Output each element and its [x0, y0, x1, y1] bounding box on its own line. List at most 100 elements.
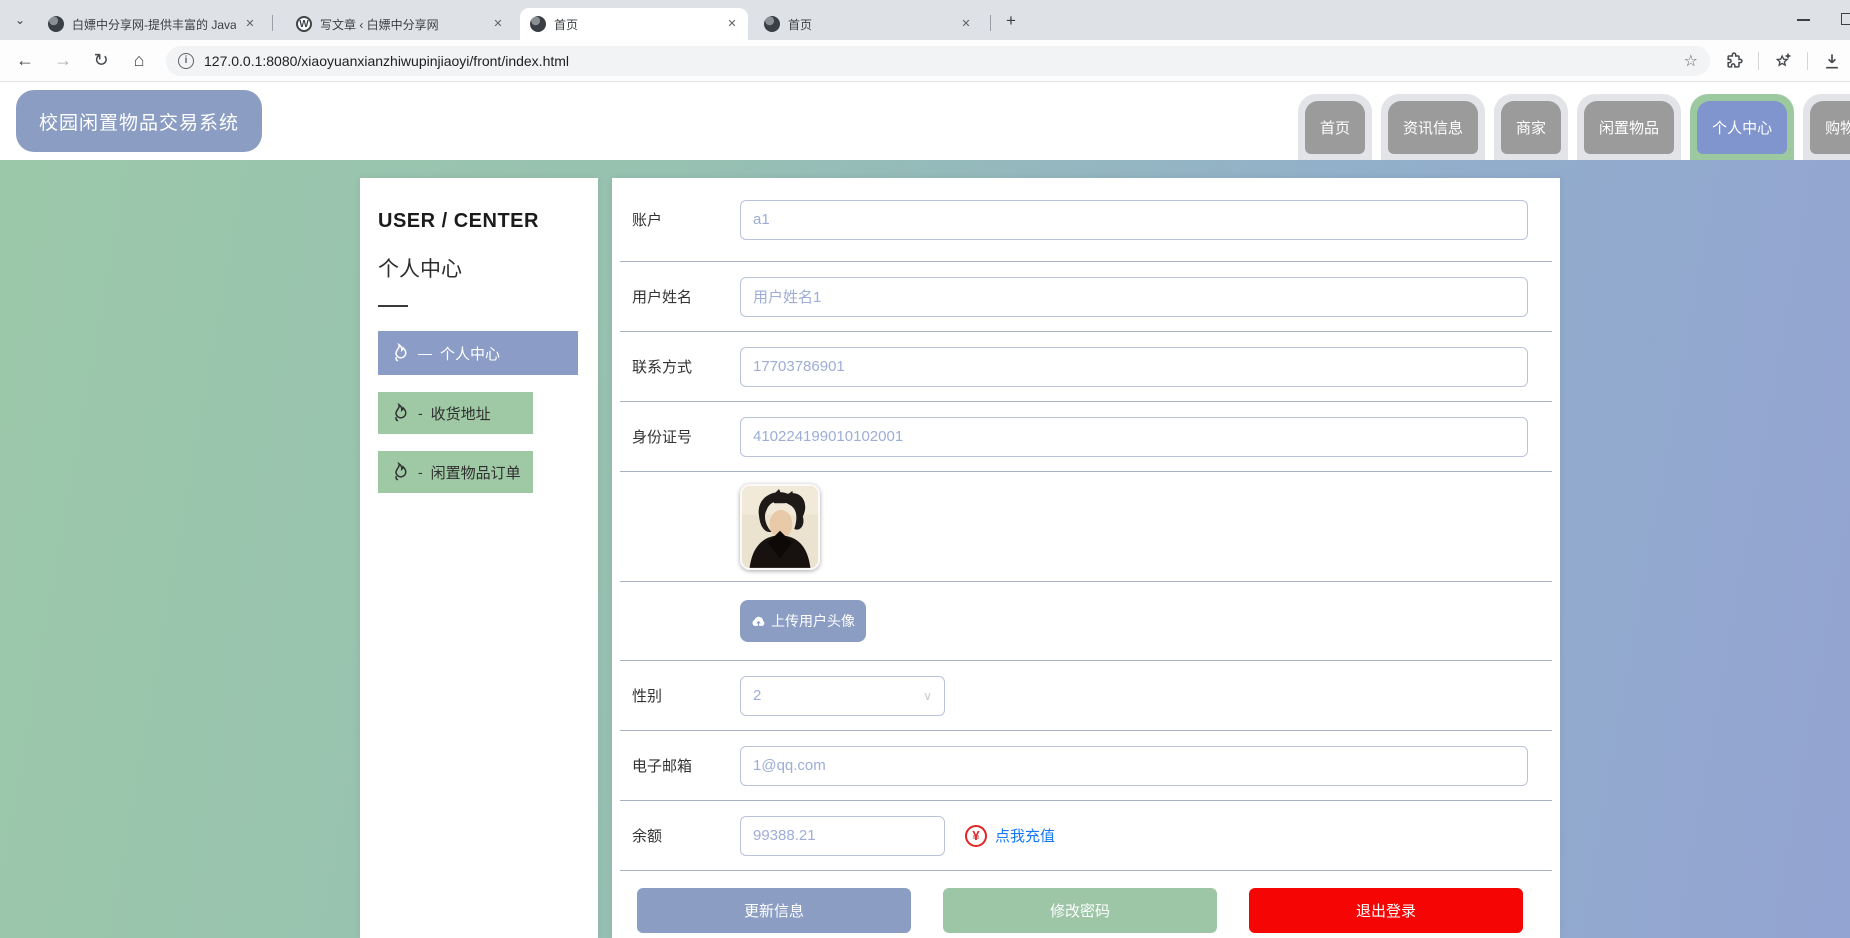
cloud-upload-icon	[751, 615, 766, 628]
chevron-down-icon: ∨	[923, 689, 932, 703]
account-label: 账户	[620, 209, 740, 230]
gender-select[interactable]: 2 ∨	[740, 676, 945, 716]
phone-label: 联系方式	[620, 356, 740, 377]
site-favicon	[48, 16, 64, 32]
nav-label: 闲置物品	[1584, 101, 1674, 154]
sidebar-item-label: 个人中心	[440, 343, 500, 364]
tab-1[interactable]: 白嫖中分享网-提供丰富的 Java ✕	[38, 8, 266, 40]
change-password-button[interactable]: 修改密码	[943, 888, 1217, 933]
site-info-icon[interactable]: i	[178, 53, 194, 69]
site-logo[interactable]: 校园闲置物品交易系统	[16, 90, 262, 152]
flame-icon	[388, 402, 410, 424]
window-minimize-button[interactable]	[1797, 19, 1810, 21]
nav-label: 资讯信息	[1388, 101, 1478, 154]
form-row-avatar	[620, 472, 1552, 582]
email-field[interactable]	[740, 746, 1528, 786]
form-row-phone: 联系方式	[620, 332, 1552, 402]
form-row-email: 电子邮箱	[620, 731, 1552, 801]
main-nav: 首页 资讯信息 商家 闲置物品 个人中心 购物车	[1298, 94, 1850, 160]
toolbar-actions	[1724, 51, 1842, 71]
nav-item-home[interactable]: 首页	[1298, 94, 1372, 160]
form-actions: 更新信息 修改密码 退出登录	[620, 871, 1552, 933]
upload-button-label: 上传用户头像	[771, 611, 855, 631]
breadcrumb: USER / CENTER	[378, 210, 598, 233]
site-favicon	[764, 16, 780, 32]
close-icon[interactable]: ✕	[242, 16, 258, 32]
reading-list-star-icon[interactable]	[1773, 51, 1793, 71]
sidebar-item-idle-goods-orders[interactable]: - 闲置物品订单	[378, 451, 533, 493]
nav-label: 首页	[1305, 101, 1365, 154]
window-maximize-button[interactable]	[1841, 13, 1850, 25]
tab-3-active[interactable]: 首页 ✕	[520, 8, 748, 40]
nav-item-user-center[interactable]: 个人中心	[1690, 94, 1794, 160]
address-bar[interactable]: i 127.0.0.1:8080/xiaoyuanxianzhiwupinjia…	[166, 46, 1710, 76]
update-info-button[interactable]: 更新信息	[637, 888, 911, 933]
home-icon[interactable]: ⌂	[126, 50, 152, 71]
nav-item-merchant[interactable]: 商家	[1494, 94, 1568, 160]
tab-title: 写文章 ‹ 白嫖中分享网	[320, 16, 484, 33]
tab-separator	[272, 15, 273, 31]
nav-item-idle-goods[interactable]: 闲置物品	[1577, 94, 1681, 160]
nav-item-cart[interactable]: 购物车	[1803, 94, 1850, 160]
toolbar-separator	[1807, 52, 1808, 70]
sidebar-item-shipping-address[interactable]: - 收货地址	[378, 392, 533, 434]
username-label: 用户姓名	[620, 286, 740, 307]
balance-input[interactable]	[740, 816, 945, 856]
flame-icon	[388, 461, 410, 483]
page-background: USER / CENTER 个人中心 — 个人中心 - 收货地址	[0, 160, 1850, 938]
form-row-upload: 上传用户头像	[620, 582, 1552, 661]
sidebar-item-user-center[interactable]: — 个人中心	[378, 331, 578, 375]
tab-strip: ⌄ 白嫖中分享网-提供丰富的 Java ✕ W 写文章 ‹ 白嫖中分享网 ✕ 首…	[0, 0, 1850, 40]
phone-input[interactable]	[740, 347, 1528, 387]
gender-value: 2	[753, 687, 761, 704]
form-row-balance: 余额 ¥ 点我充值	[620, 801, 1552, 871]
yen-recharge-icon: ¥	[965, 825, 987, 847]
site-header: 校园闲置物品交易系统 首页 资讯信息 商家 闲置物品 个人中心 购物车	[0, 82, 1850, 160]
balance-label: 余额	[620, 825, 740, 846]
tab-2[interactable]: W 写文章 ‹ 白嫖中分享网 ✕	[286, 8, 514, 40]
sidebar-title: 个人中心	[378, 253, 598, 283]
avatar-portrait	[742, 486, 818, 568]
extensions-puzzle-icon[interactable]	[1724, 51, 1744, 71]
account-input[interactable]	[740, 200, 1528, 240]
toolbar-separator	[1758, 52, 1759, 70]
gender-label: 性别	[620, 685, 740, 706]
logout-button[interactable]: 退出登录	[1249, 888, 1523, 933]
reload-icon[interactable]: ↻	[88, 50, 114, 71]
back-icon[interactable]: ←	[12, 50, 38, 71]
upload-avatar-button[interactable]: 上传用户头像	[740, 600, 866, 642]
forward-icon[interactable]: →	[50, 50, 76, 71]
nav-label: 购物车	[1810, 101, 1850, 154]
tab-search-chevron-icon[interactable]: ⌄	[10, 11, 30, 29]
tab-title: 首页	[554, 16, 718, 33]
url-text[interactable]: 127.0.0.1:8080/xiaoyuanxianzhiwupinjiaoy…	[204, 53, 569, 69]
avatar	[740, 484, 820, 570]
close-icon[interactable]: ✕	[958, 16, 974, 32]
dash: —	[418, 345, 432, 361]
form-row-account: 账户	[620, 178, 1552, 262]
flame-icon	[388, 342, 410, 364]
tab-separator	[990, 15, 991, 31]
bookmark-star-icon[interactable]: ☆	[1684, 51, 1698, 71]
close-icon[interactable]: ✕	[490, 16, 506, 32]
divider	[378, 305, 408, 307]
nav-label: 商家	[1501, 101, 1561, 154]
tab-title: 首页	[788, 16, 952, 33]
username-input[interactable]	[740, 277, 1528, 317]
wordpress-icon: W	[296, 16, 312, 32]
user-center-sidebar: USER / CENTER 个人中心 — 个人中心 - 收货地址	[360, 178, 598, 938]
browser-window: ⌄ 白嫖中分享网-提供丰富的 Java ✕ W 写文章 ‹ 白嫖中分享网 ✕ 首…	[0, 0, 1850, 938]
download-icon[interactable]	[1822, 51, 1842, 71]
tab-title: 白嫖中分享网-提供丰富的 Java	[72, 16, 236, 33]
nav-item-news[interactable]: 资讯信息	[1381, 94, 1485, 160]
dash: -	[418, 464, 423, 480]
id-number-input[interactable]	[740, 417, 1528, 457]
sidebar-item-label: 收货地址	[431, 403, 491, 424]
tab-4[interactable]: 首页 ✕	[754, 8, 982, 40]
form-row-username: 用户姓名	[620, 262, 1552, 332]
close-icon[interactable]: ✕	[724, 16, 740, 32]
new-tab-button[interactable]: +	[1000, 10, 1022, 32]
browser-toolbar: ← → ↻ ⌂ i 127.0.0.1:8080/xiaoyuanxianzhi…	[0, 40, 1850, 82]
id-number-label: 身份证号	[620, 426, 740, 447]
recharge-link[interactable]: 点我充值	[995, 825, 1055, 846]
